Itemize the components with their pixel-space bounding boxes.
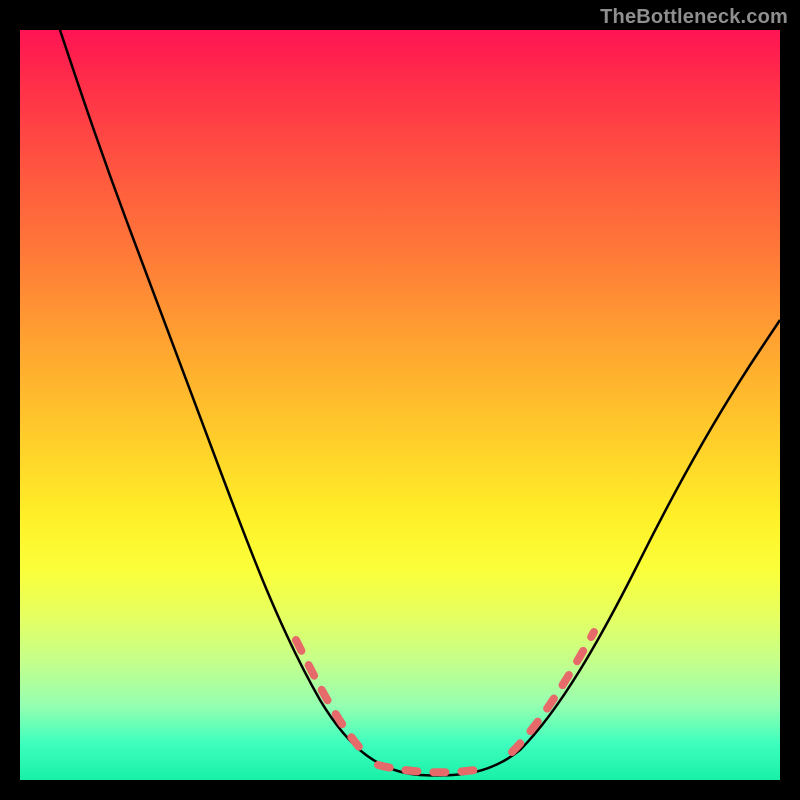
chart-frame: TheBottleneck.com <box>0 0 800 800</box>
curve-svg <box>20 30 780 780</box>
accent-dots-right <box>512 632 594 752</box>
accent-dots-left <box>296 640 360 748</box>
attribution-label: TheBottleneck.com <box>600 6 788 29</box>
bottleneck-curve <box>60 30 780 776</box>
plot-area <box>20 30 780 780</box>
